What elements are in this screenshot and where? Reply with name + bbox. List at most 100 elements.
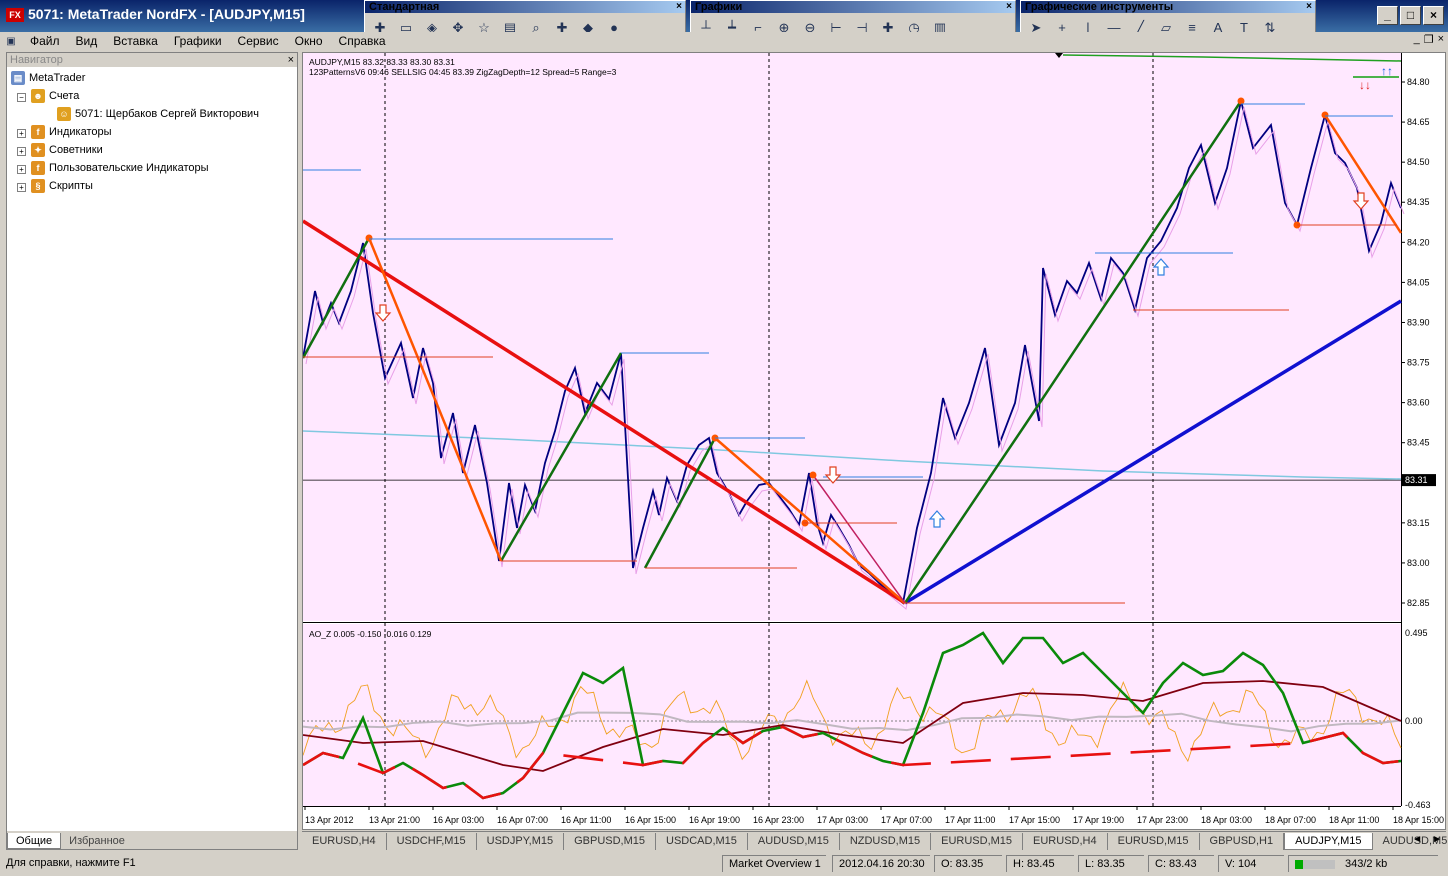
indicators-icon: f	[31, 125, 45, 139]
collapse-icon[interactable]: −	[17, 93, 26, 102]
symbol-tab[interactable]: USDCAD,M15	[656, 832, 748, 850]
symbol-tab[interactable]: EURUSD,M15	[1108, 832, 1200, 850]
mdi-close-button[interactable]: ×	[1438, 33, 1444, 46]
navigator-title: Навигатор	[10, 54, 63, 66]
price-tick-label: 84.50	[1407, 157, 1430, 167]
tree-root[interactable]: ▤ MetaTrader	[11, 70, 85, 86]
price-tick-label: 83.60	[1407, 398, 1430, 408]
price-chart-svg[interactable]: 84.80 84.65 84.50 84.35 84.20 84.05 83.90 83.75…	[301, 53, 1445, 829]
status-profile[interactable]: Market Overview 1	[722, 855, 826, 872]
tree-accounts[interactable]: ☻ Счета	[31, 88, 79, 104]
close-icon[interactable]: ×	[1306, 1, 1312, 13]
symbol-tab[interactable]: GBPUSD,M15	[564, 832, 657, 850]
menu-tools[interactable]: Сервис	[230, 34, 287, 48]
time-tick-label: 17 Apr 19:00	[1073, 815, 1124, 825]
symbol-tab[interactable]: EURUSD,H4	[1023, 832, 1108, 850]
indicator-tick-label: 0.495	[1405, 628, 1428, 638]
close-button[interactable]: ×	[1423, 6, 1444, 25]
symbol-tab[interactable]: USDJPY,M15	[477, 832, 565, 850]
tree-accounts-label: Счета	[49, 90, 80, 102]
minimize-button[interactable]: _	[1377, 6, 1398, 25]
toolbar-standard-title: Стандартная	[369, 1, 440, 13]
tree-custom-indicators-label: Пользовательские Индикаторы	[49, 162, 209, 174]
status-traffic-label: 343/2 kb	[1345, 858, 1388, 870]
menu-help[interactable]: Справка	[331, 34, 394, 48]
pivot-point	[809, 471, 817, 479]
tree-account[interactable]: ☺ 5071: Щербаков Сергей Викторович	[57, 106, 259, 122]
price-tick-label: 83.45	[1407, 438, 1430, 448]
status-high: H: 83.45	[1006, 855, 1074, 872]
price-tick-label: 84.20	[1407, 237, 1430, 247]
experts-icon: ✦	[31, 143, 45, 157]
symbol-tab[interactable]: EURUSD,M15	[931, 832, 1024, 850]
tree-custom-indicators[interactable]: f Пользовательские Индикаторы	[31, 160, 209, 176]
status-traffic: 343/2 kb	[1288, 855, 1438, 872]
close-icon[interactable]: ×	[676, 1, 682, 13]
tab-scroll-left-icon[interactable]: ◄	[1412, 834, 1422, 845]
toolbar-charts-title: Графики	[695, 1, 743, 13]
mdi-minimize-button[interactable]: _	[1414, 33, 1420, 46]
up-signal-icon: ↑↑	[1381, 64, 1393, 78]
time-tick-label: 16 Apr 15:00	[625, 815, 676, 825]
main-pane-bg	[303, 53, 1401, 621]
mdi-window-icon[interactable]: ▣	[0, 36, 22, 47]
time-tick-label: 18 Apr 11:00	[1329, 815, 1379, 825]
price-tick-label: 83.15	[1407, 518, 1430, 528]
menu-insert[interactable]: Вставка	[105, 34, 166, 48]
symbol-tab[interactable]: EURUSD,H4	[302, 832, 387, 850]
expand-icon[interactable]: +	[17, 147, 26, 156]
symbol-tab[interactable]: NZDUSD,M15	[840, 832, 932, 850]
symbol-tab[interactable]: AUDUSD,M15	[748, 832, 840, 850]
tree-scripts[interactable]: § Скрипты	[31, 178, 93, 194]
price-tick-label: 83.00	[1407, 558, 1430, 568]
tree-root-label: MetaTrader	[29, 72, 86, 84]
user-icon: ☺	[57, 107, 71, 121]
status-help: Для справки, нажмите F1	[6, 857, 136, 869]
metatrader-icon: ▤	[11, 71, 25, 85]
expand-icon[interactable]: +	[17, 129, 26, 138]
chart-info-symbol: AUDJPY,M15 83.32 83.33 83.30 83.31	[309, 57, 455, 67]
tab-favorites[interactable]: Избранное	[61, 833, 133, 849]
status-datetime: 2012.04.16 20:30	[832, 855, 930, 872]
tree-experts[interactable]: ✦ Советники	[31, 142, 103, 158]
indicator-info-label: AO_Z 0.005 -0.150 -0.016 0.129	[309, 629, 432, 639]
app-window: FX 5071: MetaTrader NordFX - [AUDJPY,M15…	[0, 0, 1448, 876]
symbol-tab[interactable]: GBPUSD,H1	[1200, 832, 1285, 850]
menu-charts[interactable]: Графики	[166, 34, 230, 48]
mdi-restore-button[interactable]: ❐	[1424, 33, 1434, 46]
time-tick-label: 17 Apr 15:00	[1009, 815, 1060, 825]
menu-view[interactable]: Вид	[68, 34, 106, 48]
time-tick-label: 17 Apr 23:00	[1137, 815, 1188, 825]
tree-account-label: 5071: Щербаков Сергей Викторович	[75, 108, 259, 120]
maximize-button[interactable]: □	[1400, 6, 1421, 25]
time-tick-label: 18 Apr 03:00	[1201, 815, 1252, 825]
time-tick-label: 13 Apr 21:00	[369, 815, 420, 825]
status-volume: V: 104	[1218, 855, 1284, 872]
close-icon[interactable]: ×	[1006, 1, 1012, 13]
price-tick-label: 82.85	[1407, 598, 1430, 608]
tab-general[interactable]: Общие	[7, 833, 62, 849]
pivot-point	[1321, 111, 1329, 119]
symbol-tab[interactable]: AUDJPY,M15	[1284, 832, 1373, 850]
chart-window[interactable]: 84.80 84.65 84.50 84.35 84.20 84.05 83.90 83.75…	[301, 52, 1446, 830]
tree-indicators[interactable]: f Индикаторы	[31, 124, 112, 140]
scripts-icon: §	[31, 179, 45, 193]
expand-icon[interactable]: +	[17, 183, 26, 192]
menu-window[interactable]: Окно	[287, 34, 331, 48]
indicator-pane-bg	[303, 624, 1401, 806]
symbol-tab[interactable]: USDCHF,M15	[387, 832, 477, 850]
menu-file[interactable]: Файл	[22, 34, 68, 48]
time-tick-label: 17 Apr 11:00	[945, 815, 995, 825]
price-tick-label: 83.75	[1407, 358, 1430, 368]
time-tick-label: 16 Apr 07:00	[497, 815, 548, 825]
expand-icon[interactable]: +	[17, 165, 26, 174]
price-tick-label: 84.80	[1407, 77, 1430, 87]
status-open: O: 83.35	[934, 855, 1002, 872]
custom-indicators-icon: f	[31, 161, 45, 175]
tree-indicators-label: Индикаторы	[49, 126, 112, 138]
pivot-point	[365, 234, 373, 242]
time-tick-label: 16 Apr 11:00	[561, 815, 611, 825]
tab-scroll-right-icon[interactable]: ►	[1432, 834, 1442, 845]
connection-bar-icon	[1295, 859, 1335, 869]
close-icon[interactable]: ×	[288, 53, 294, 67]
